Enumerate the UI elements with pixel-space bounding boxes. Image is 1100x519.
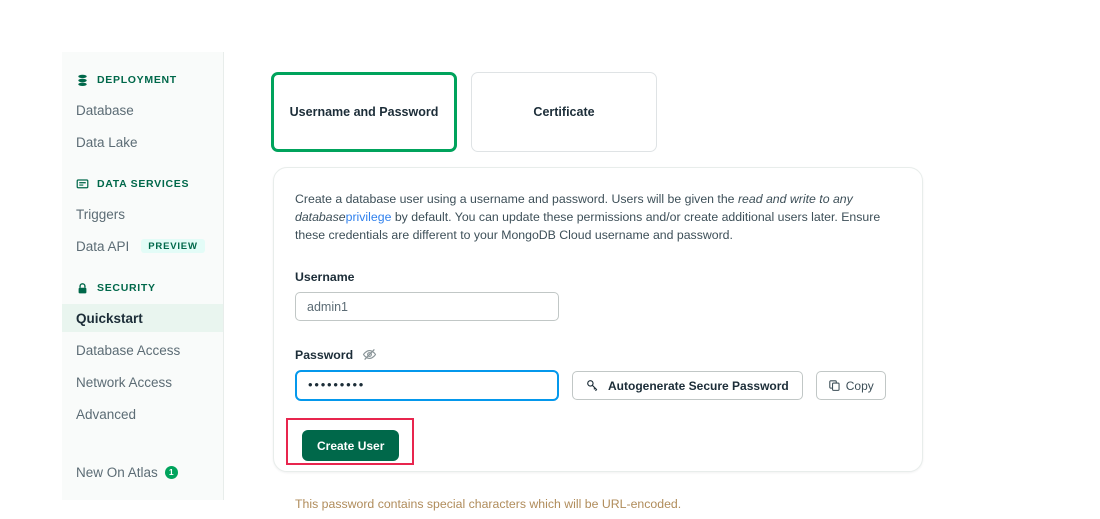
tab-certificate[interactable]: Certificate (471, 72, 657, 152)
key-icon (586, 379, 599, 392)
new-on-atlas-count-badge: 1 (165, 466, 178, 479)
sidebar-section-label: DATA SERVICES (97, 178, 189, 190)
password-warning-message: This password contains special character… (295, 497, 901, 511)
username-value: admin1 (307, 300, 348, 314)
sidebar-item-data-lake[interactable]: Data Lake (62, 128, 223, 156)
sidebar-item-label: New On Atlas (76, 465, 158, 480)
create-user-label: Create User (317, 439, 384, 453)
password-row: ••••••••• Autogenerate Secure Password C… (295, 370, 901, 401)
privilege-link[interactable]: privilege (346, 210, 392, 224)
sidebar-item-label: Data Lake (76, 135, 138, 150)
sidebar-item-advanced[interactable]: Advanced (62, 400, 223, 428)
username-input[interactable]: admin1 (295, 292, 559, 321)
sidebar-item-data-api[interactable]: Data API PREVIEW (62, 232, 223, 260)
copy-label: Copy (846, 379, 874, 393)
copy-icon (828, 379, 841, 392)
database-icon (76, 74, 89, 87)
tab-username-and-password[interactable]: Username and Password (271, 72, 457, 152)
create-user-area: Create User (295, 426, 423, 473)
sidebar-item-label: Database (76, 103, 134, 118)
lock-icon (76, 282, 89, 295)
laptop-icon (76, 178, 89, 191)
create-database-user-card: Create a database user using a username … (273, 167, 923, 472)
copy-button[interactable]: Copy (816, 371, 886, 400)
description-part1: Create a database user using a username … (295, 192, 738, 206)
password-label-text: Password (295, 348, 353, 362)
autogenerate-secure-password-button[interactable]: Autogenerate Secure Password (572, 371, 803, 400)
sidebar-item-database[interactable]: Database (62, 96, 223, 124)
auth-method-tabs: Username and Password Certificate (271, 72, 657, 152)
sidebar-item-label: Quickstart (76, 311, 143, 326)
sidebar-section-label: SECURITY (97, 282, 156, 294)
card-description: Create a database user using a username … (295, 190, 901, 244)
autogenerate-label: Autogenerate Secure Password (608, 379, 789, 393)
sidebar-section-deployment: DEPLOYMENT (62, 68, 223, 92)
sidebar-item-label: Database Access (76, 343, 180, 358)
username-label-text: Username (295, 270, 354, 284)
sidebar-item-label: Network Access (76, 375, 172, 390)
username-label: Username (295, 270, 901, 284)
preview-badge: PREVIEW (141, 239, 204, 254)
password-label: Password (295, 347, 901, 362)
sidebar-item-label: Advanced (76, 407, 136, 422)
sidebar-section-data-services: DATA SERVICES (62, 172, 223, 196)
sidebar-item-label: Data API (76, 239, 129, 254)
password-input[interactable]: ••••••••• (295, 370, 559, 401)
sidebar-item-new-on-atlas[interactable]: New On Atlas 1 (62, 458, 223, 486)
sidebar-item-network-access[interactable]: Network Access (62, 368, 223, 396)
sidebar-section-label: DEPLOYMENT (97, 74, 177, 86)
create-user-button[interactable]: Create User (302, 430, 399, 461)
sidebar-item-triggers[interactable]: Triggers (62, 200, 223, 228)
sidebar-section-security: SECURITY (62, 276, 223, 300)
eye-slash-icon[interactable] (362, 347, 377, 362)
sidebar-item-database-access[interactable]: Database Access (62, 336, 223, 364)
sidebar-item-label: Triggers (76, 207, 125, 222)
sidebar: DEPLOYMENT Database Data Lake DATA SERVI… (62, 52, 224, 500)
tab-label: Certificate (533, 105, 594, 119)
tab-label: Username and Password (290, 105, 439, 119)
sidebar-item-quickstart[interactable]: Quickstart (62, 304, 223, 332)
password-value: ••••••••• (308, 378, 365, 391)
